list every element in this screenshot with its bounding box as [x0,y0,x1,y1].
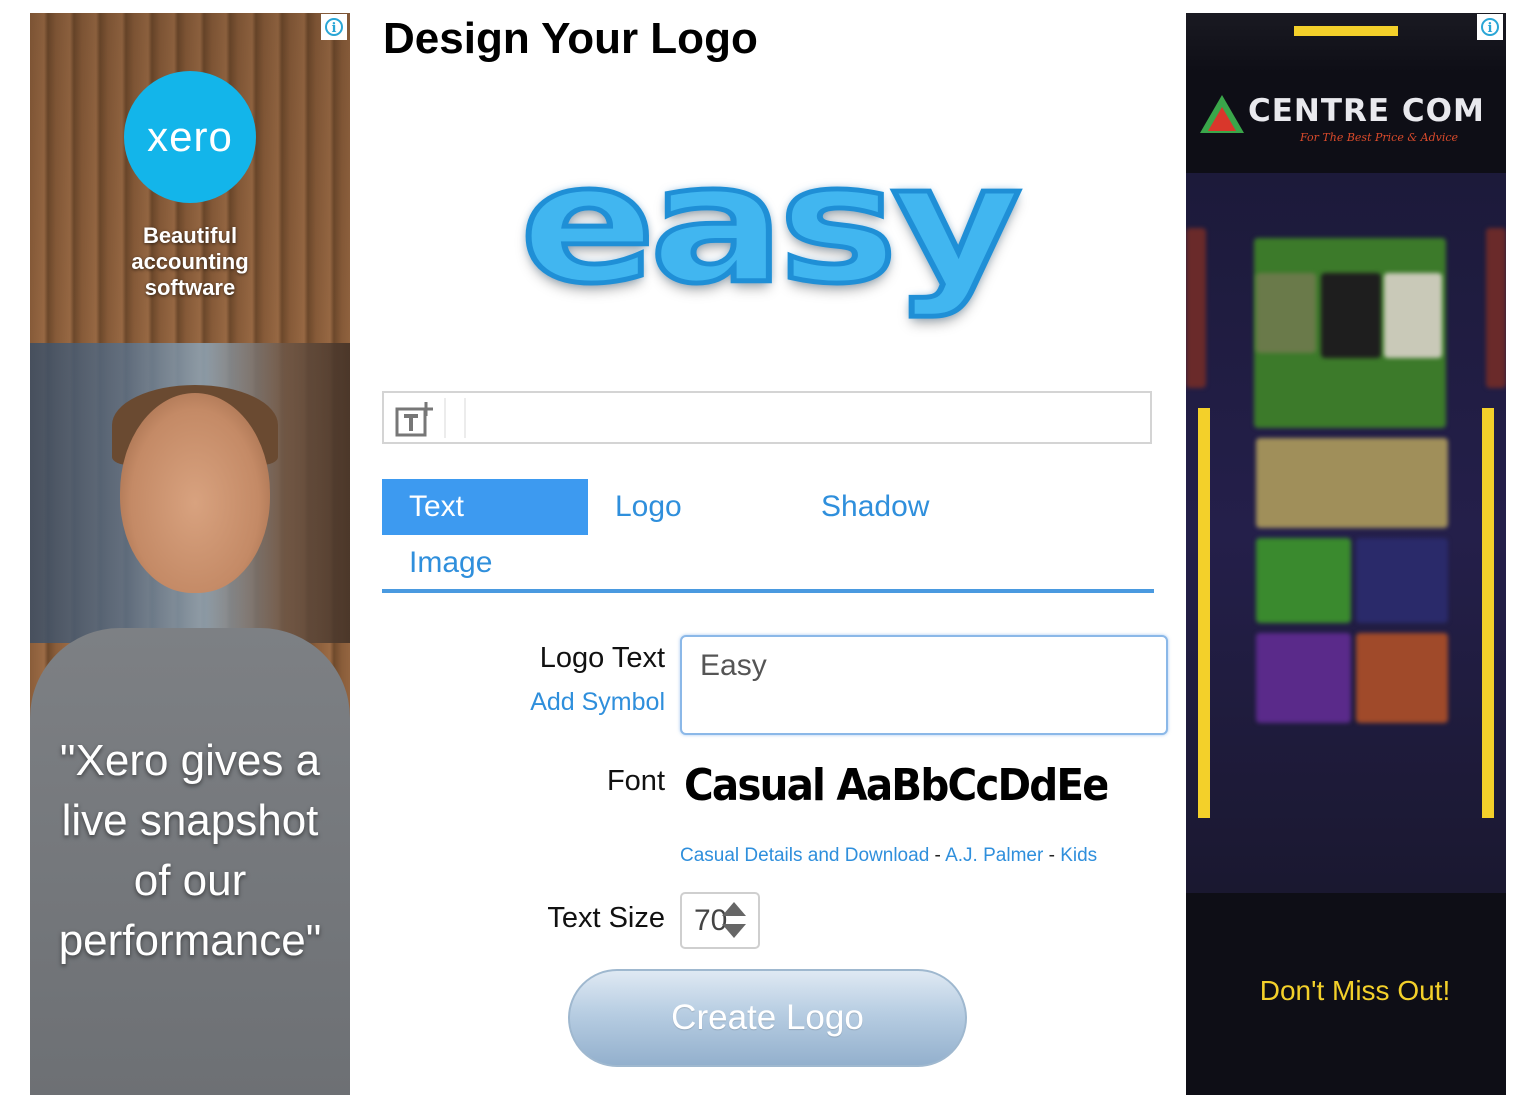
ad-yellow-bar [1198,408,1210,818]
spinner-arrows-icon[interactable] [720,902,748,940]
centrecom-ad[interactable]: CENTRE COM For The Best Price & Advice D… [1186,13,1506,1095]
link-separator: - [929,845,946,866]
info-icon[interactable]: i [1477,14,1503,40]
tabs-underline [382,589,1154,593]
ad-yellow-bar [1482,408,1494,818]
tab-image[interactable]: Image [382,535,588,591]
xero-logo: xero [124,71,256,203]
xero-ad[interactable]: xero Beautiful accounting software "Xero… [30,13,350,1095]
insert-text-icon[interactable] [394,401,434,437]
toolbar-divider [464,398,466,438]
ad-background [1186,173,1506,893]
toolbar-divider [444,398,446,438]
add-symbol-link[interactable]: Add Symbol [440,688,665,717]
font-author-link[interactable]: A.J. Palmer [945,845,1043,866]
logo-preview-text: easy [517,129,1025,321]
page-title: Design Your Logo [383,14,758,63]
centrecom-brand: CENTRE COM [1248,93,1485,129]
font-sample-selector[interactable]: Casual AaBbCcDdEeFfGgHhI [684,760,1107,816]
create-logo-button[interactable]: Create Logo [568,969,967,1067]
ad-yellow-bar [1294,26,1398,36]
ad-tagline: Beautiful accounting software [131,223,249,300]
font-label: Font [606,765,665,797]
text-size-label: Text Size [547,902,665,934]
editor-toolbar [382,391,1152,444]
font-details-link[interactable]: Casual Details and Download [680,845,929,866]
centrecom-logo: CENTRE COM For The Best Price & Advice [1200,93,1500,153]
centrecom-subtitle: For The Best Price & Advice [1300,131,1459,144]
info-icon[interactable]: i [321,14,347,40]
logo-preview: easy [382,95,1154,355]
ad-quote: "Xero gives a live snapshot of our perfo… [58,736,322,965]
text-size-stepper[interactable]: 70 [680,892,760,949]
ad-top-strip [1186,13,1506,73]
tab-shadow[interactable]: Shadow [794,479,1000,535]
logo-text-label: Logo Text [539,642,665,674]
tab-text[interactable]: Text [382,479,588,535]
tab-logo[interactable]: Logo [588,479,794,535]
editor-tabs: Text Logo Shadow Image [382,479,1154,595]
font-category-link[interactable]: Kids [1060,845,1097,866]
logo-text-input[interactable]: Easy [680,635,1168,735]
font-links: Casual Details and Download - A.J. Palme… [680,845,1097,867]
ad-cta[interactable]: Don't Miss Out! [1186,975,1506,1007]
link-separator: - [1043,845,1061,866]
